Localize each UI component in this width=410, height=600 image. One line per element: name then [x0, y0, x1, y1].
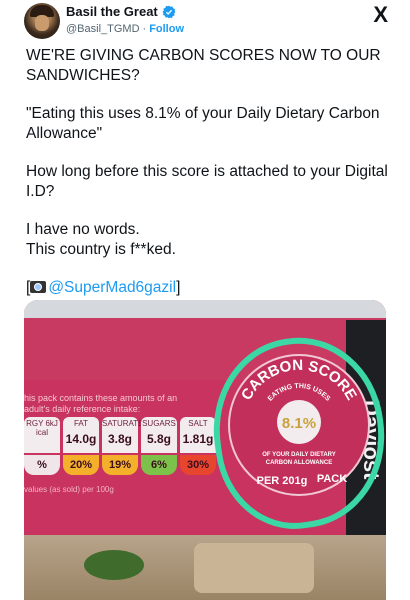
tweet-line: This country is f**ked.	[26, 241, 176, 258]
tweet-body: WE'RE GIVING CARBON SCORES NOW TO OUR SA…	[26, 46, 391, 316]
intake-text: his pack contains these amounts of an ad…	[24, 393, 178, 414]
nutrient-cell: SUGARS 5.8g	[141, 417, 177, 453]
tweet-media-image[interactable]: Daviost his pack contains these amounts …	[24, 300, 386, 600]
camera-icon	[30, 281, 47, 293]
tweet-line: How long before this score is attached t…	[26, 163, 388, 200]
handle-row: @Basil_TGMD · Follow	[66, 23, 184, 35]
nutrient-cell: RGY 6kJ ical	[24, 417, 60, 453]
name-row: Basil the Great	[66, 4, 176, 19]
percent-badge: 20%	[63, 455, 99, 475]
x-logo-icon[interactable]: X	[373, 2, 388, 28]
percent-row: % 20% 19% 6% 30%	[24, 455, 216, 475]
verified-badge-icon	[162, 5, 176, 18]
credit-bracket: ]	[176, 279, 181, 296]
tweet-header: Basil the Great @Basil_TGMD · Follow X	[0, 0, 410, 50]
avatar[interactable]	[24, 3, 60, 39]
nutrient-cell: SATURATES 3.8g	[102, 417, 149, 453]
percent-badge: %	[24, 455, 60, 475]
sandwich-bread	[24, 535, 386, 600]
lettuce	[84, 550, 144, 580]
bread-crust	[194, 543, 314, 593]
photo-credit: [@SuperMad6gazil]	[26, 278, 391, 298]
percent-badge: 30%	[180, 455, 216, 475]
percent-badge: 6%	[141, 455, 177, 475]
tweet-line: "Eating this uses 8.1% of your Daily Die…	[26, 105, 380, 142]
nutrient-cell: FAT 14.0g	[63, 417, 99, 453]
avatar-face	[35, 15, 49, 31]
nutrient-cell: SALT 1.81g	[180, 417, 216, 453]
follow-button[interactable]: Follow	[149, 23, 184, 35]
tweet-line: I have no words.	[26, 221, 140, 238]
separator-dot: ·	[142, 23, 147, 35]
tweet-line: WE'RE GIVING CARBON SCORES NOW TO OUR SA…	[26, 47, 381, 84]
user-handle[interactable]: @Basil_TGMD	[66, 23, 140, 35]
percent-badge: 19%	[102, 455, 138, 475]
sandwich-pack: Daviost his pack contains these amounts …	[24, 300, 386, 600]
values-note: values (as sold) per 100g	[24, 485, 114, 494]
nutrition-cells: RGY 6kJ ical FAT 14.0g SATURATES 3.8g SUGA…	[24, 417, 216, 453]
credit-mention-link[interactable]: @SuperMad6gazil	[48, 279, 176, 296]
display-name[interactable]: Basil the Great	[66, 4, 158, 19]
